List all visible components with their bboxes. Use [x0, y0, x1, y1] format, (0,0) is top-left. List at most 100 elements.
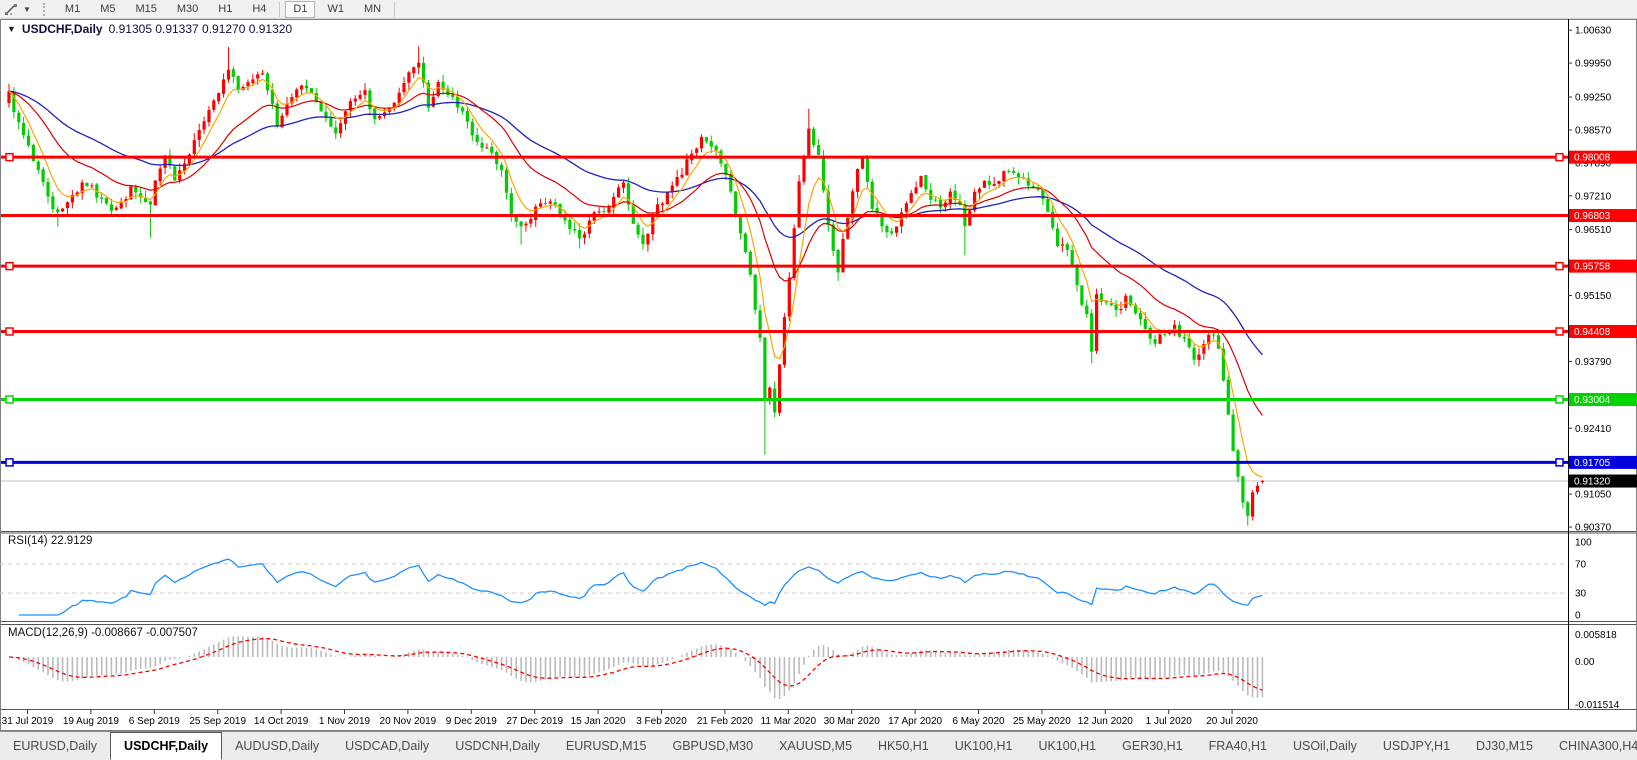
current-price-tag-label: 0.91320: [1574, 477, 1611, 488]
date-tick-label: 6 Sep 2019: [129, 716, 181, 727]
tab-dj30-m15[interactable]: DJ30,M15: [1463, 732, 1546, 760]
timeframe-buttons: M1 M5 M15 M30 H1 H4 D1 W1 MN: [55, 0, 398, 18]
date-tick-label: 12 Jun 2020: [1078, 716, 1133, 727]
hline-price-tag-label: 0.91705: [1574, 458, 1611, 469]
tab-china300-h4[interactable]: CHINA300,H4: [1546, 732, 1637, 760]
dropdown-arrow-icon[interactable]: ▼: [23, 5, 31, 14]
rsi-line: [18, 558, 1263, 616]
price-tick-label: 0.95150: [1575, 291, 1612, 302]
hline-price-tag-label: 0.94408: [1574, 327, 1611, 338]
timeframe-button-h1[interactable]: H1: [210, 1, 240, 18]
rsi-axis-label: 100: [1575, 538, 1592, 549]
window-menu-icon[interactable]: ▼: [7, 24, 16, 34]
ma-medium-line: [8, 90, 1263, 416]
date-tick-label: 25 May 2020: [1013, 716, 1071, 727]
rsi-label: RSI(14) 22.9129: [8, 535, 93, 547]
timeframe-button-m5[interactable]: M5: [92, 1, 123, 18]
tab-xauusd-m5[interactable]: XAUUSD,M5: [766, 732, 865, 760]
price-tick-label: 0.90370: [1575, 523, 1612, 534]
date-tick-label: 11 Mar 2020: [761, 716, 817, 727]
mt4-application: ▼ M1 M5 M15 M30 H1 H4 D1 W1 MN 1.00630 0.99950 0.9…: [0, 0, 1637, 760]
date-tick-label: 30 Mar 2020: [824, 716, 881, 727]
hline-handle[interactable]: [1555, 395, 1564, 404]
tab-fra40-h1[interactable]: FRA40,H1: [1196, 732, 1280, 760]
tab-eurusd-daily[interactable]: EURUSD,Daily: [0, 732, 110, 760]
chart-canvas[interactable]: 1.006300.999500.992500.985700.978900.972…: [0, 19, 1637, 731]
tab-usdjpy-h1[interactable]: USDJPY,H1: [1370, 732, 1463, 760]
price-tick-label: 0.93790: [1575, 357, 1612, 368]
chart-title-ohlc: 0.91305 0.91337 0.91270 0.91320: [108, 22, 293, 36]
price-tick-label: 0.97210: [1575, 191, 1612, 202]
date-tick-label: 15 Jan 2020: [571, 716, 626, 727]
tab-usdchf-daily[interactable]: USDCHF,Daily: [110, 732, 223, 760]
macd-signal-line: [8, 637, 1263, 691]
hline-price-tag-label: 0.98008: [1574, 153, 1611, 164]
hline-price-tag-label: 0.96803: [1574, 211, 1611, 222]
price-tick-label: 0.91050: [1575, 490, 1612, 501]
hline-price-tag-label: 0.95758: [1574, 262, 1611, 273]
date-tick-label: 27 Dec 2019: [506, 716, 563, 727]
hline-handle[interactable]: [5, 395, 14, 404]
rsi-axis-label: 30: [1575, 589, 1587, 600]
date-tick-label: 20 Jul 2020: [1206, 716, 1258, 727]
hline-handle[interactable]: [5, 261, 14, 271]
macd-axis-label: -0.011514: [1575, 700, 1620, 711]
timeframe-button-h4[interactable]: H4: [244, 1, 274, 18]
hline-handle[interactable]: [5, 458, 14, 467]
ma-slow-line: [8, 90, 1263, 356]
hline-handle[interactable]: [5, 327, 14, 336]
macd-label: MACD(12,26,9) -0.008667 -0.007507: [8, 627, 198, 639]
date-tick-label: 21 Feb 2020: [697, 716, 754, 727]
price-tick-label: 0.99250: [1575, 93, 1612, 104]
hline-handle[interactable]: [1555, 458, 1564, 467]
tab-uk100-h1[interactable]: UK100,H1: [1025, 732, 1109, 760]
hline-handle[interactable]: [1555, 152, 1564, 162]
rsi-axis-label: 70: [1575, 559, 1587, 570]
hline-handle[interactable]: [1555, 261, 1564, 271]
macd-histogram: [13, 636, 1264, 699]
date-tick-label: 1 Jul 2020: [1146, 716, 1193, 727]
tab-audusd-daily[interactable]: AUDUSD,Daily: [222, 732, 332, 760]
hline-handle[interactable]: [1555, 327, 1564, 336]
tab-hk50-h1[interactable]: HK50,H1: [865, 732, 942, 760]
price-tick-label: 0.98570: [1575, 125, 1612, 136]
date-tick-label: 19 Aug 2019: [63, 716, 120, 727]
date-tick-label: 14 Oct 2019: [254, 716, 309, 727]
price-tick-label: 0.99950: [1575, 59, 1612, 70]
date-tick-label: 3 Feb 2020: [636, 716, 687, 727]
timeframe-button-w1[interactable]: W1: [319, 1, 352, 18]
date-tick-label: 20 Nov 2019: [380, 716, 437, 727]
tab-usdcad-daily[interactable]: USDCAD,Daily: [332, 732, 442, 760]
drawing-tool-icon[interactable]: ▼: [4, 2, 31, 16]
macd-axis-label: 0.00: [1575, 657, 1595, 668]
tab-ger30-h1[interactable]: GER30,H1: [1109, 732, 1195, 760]
tab-uk100-h1[interactable]: UK100,H1: [942, 732, 1026, 760]
hline-handle[interactable]: [5, 152, 14, 162]
tab-usoil-daily[interactable]: USOil,Daily: [1280, 732, 1370, 760]
timeframe-button-m1[interactable]: M1: [57, 1, 88, 18]
window-border: [0, 19, 1637, 731]
price-tick-label: 0.96510: [1575, 225, 1612, 236]
tab-usdcnh-daily[interactable]: USDCNH,Daily: [442, 732, 553, 760]
tab-gbpusd-m30[interactable]: GBPUSD,M30: [660, 732, 767, 760]
timeframe-button-d1[interactable]: D1: [285, 0, 316, 18]
macd-axis-label: 0.005818: [1575, 630, 1617, 641]
toolbar-grip: [42, 2, 45, 16]
chart-title-symbol: USDCHF,Daily: [21, 22, 103, 36]
rsi-axis-label: 0: [1575, 611, 1581, 622]
date-tick-label: 25 Sep 2019: [189, 716, 246, 727]
tab-eurusd-m15[interactable]: EURUSD,M15: [553, 732, 660, 760]
candlestick-series: [7, 46, 1264, 526]
timeframe-button-m30[interactable]: M30: [169, 1, 206, 18]
ma-fast-line: [8, 77, 1263, 478]
symbol-tab-bar: EURUSD,Daily USDCHF,Daily AUDUSD,Daily USDC…: [0, 731, 1637, 760]
price-tick-label: 1.00630: [1575, 26, 1612, 37]
date-tick-label: 9 Dec 2019: [446, 716, 498, 727]
date-tick-label: 6 May 2020: [952, 716, 1005, 727]
hline-price-tag-label: 0.93004: [1574, 395, 1611, 406]
crosshair-cursor-icon: [5, 4, 17, 15]
date-tick-label: 1 Nov 2019: [319, 716, 371, 727]
date-tick-label: 31 Jul 2019: [2, 716, 54, 727]
timeframe-button-mn[interactable]: MN: [356, 1, 389, 18]
timeframe-button-m15[interactable]: M15: [127, 1, 164, 18]
